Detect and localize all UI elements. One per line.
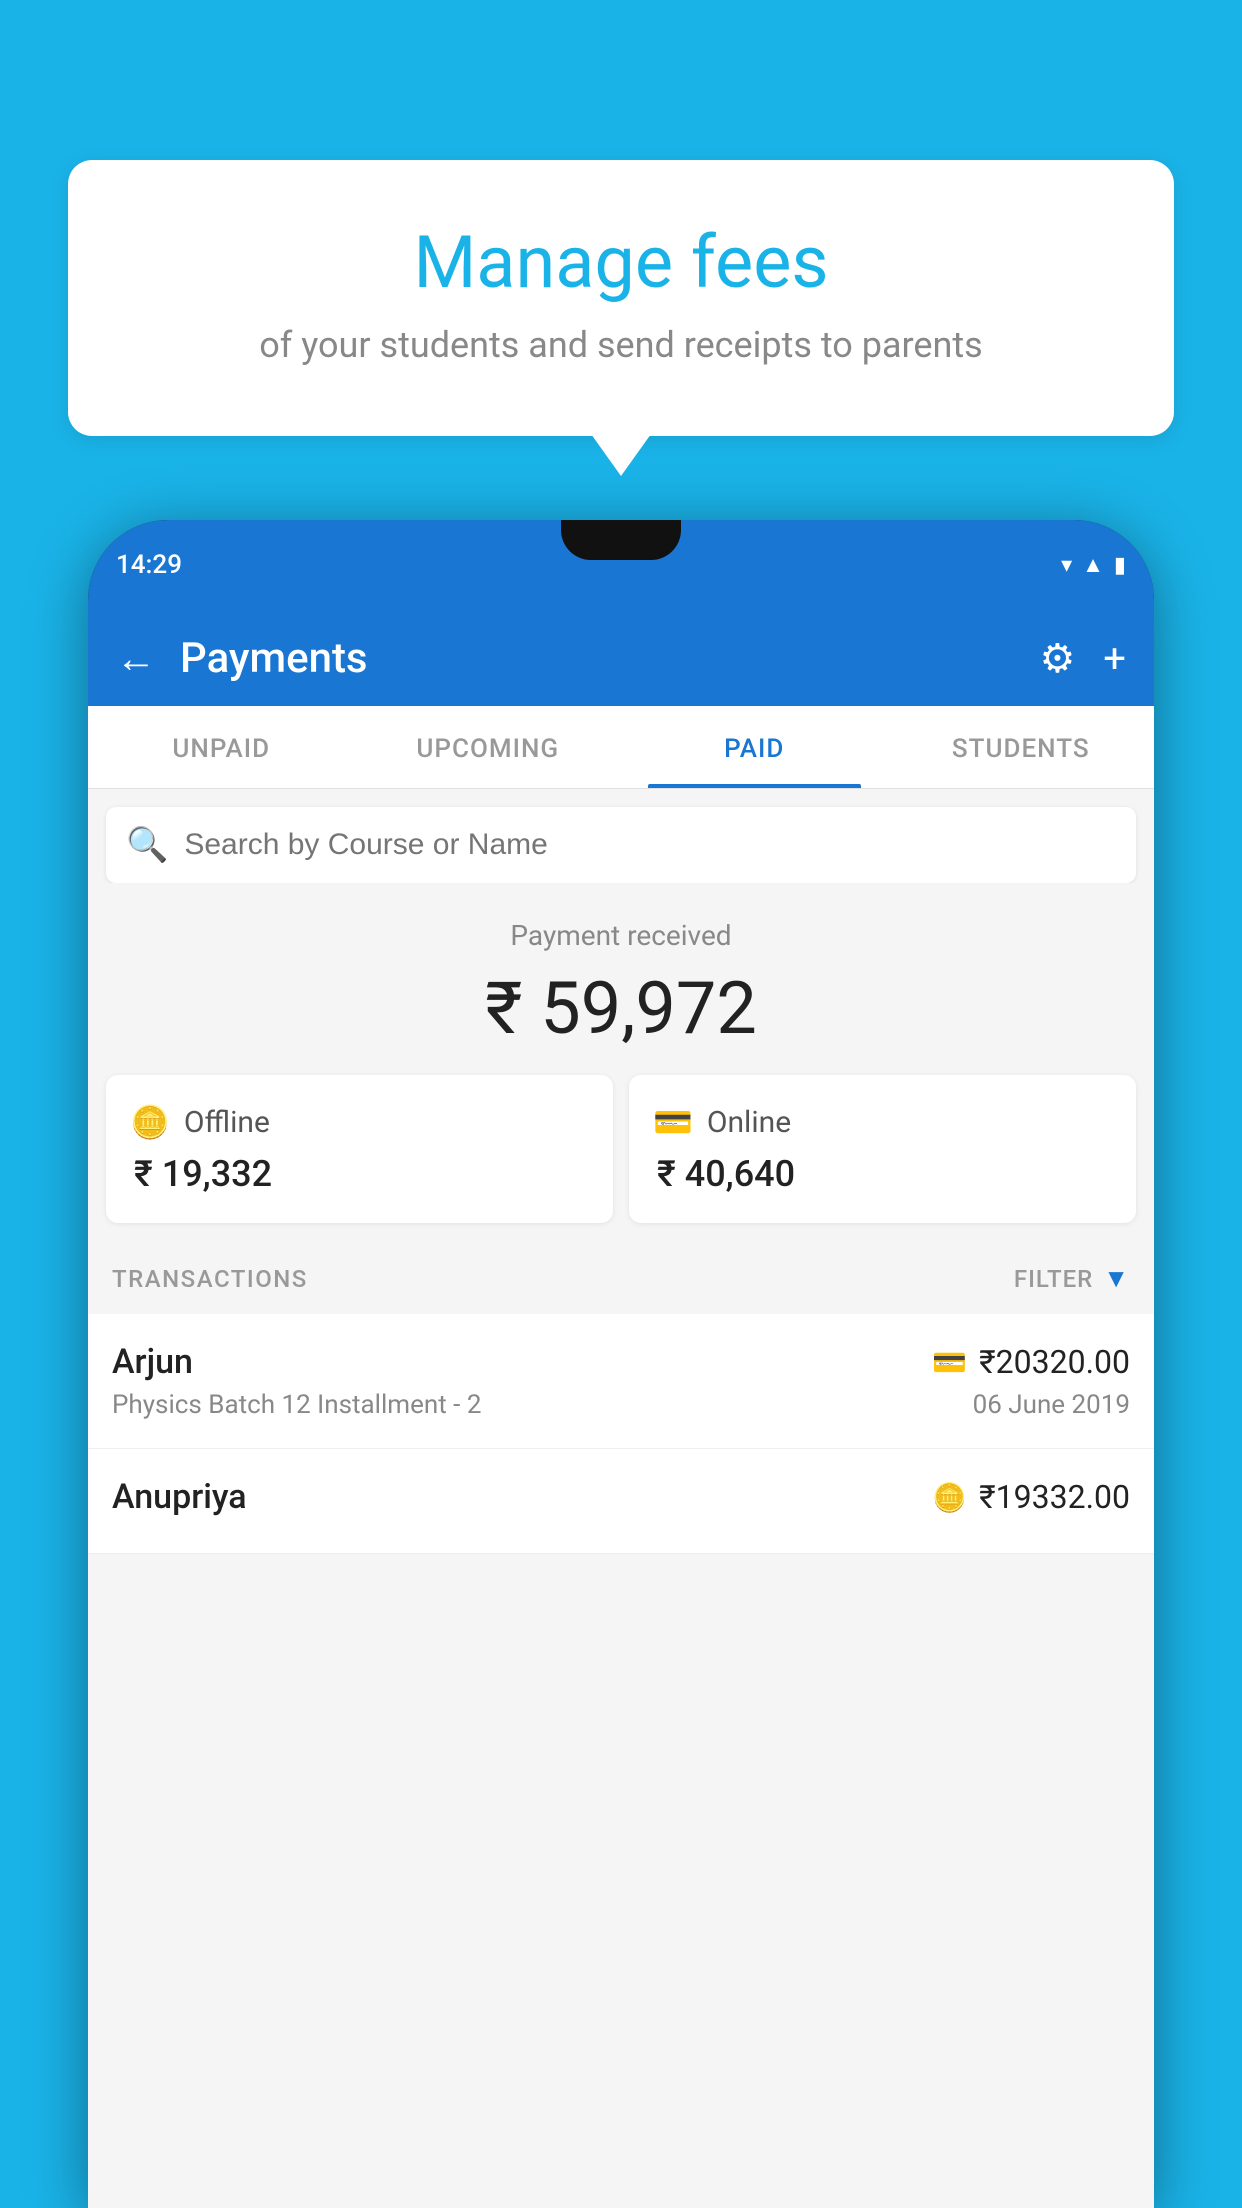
phone-notch bbox=[561, 520, 681, 560]
online-card-row: 💳 Online bbox=[653, 1103, 1112, 1141]
payment-summary: Payment received ₹ 59,972 bbox=[88, 883, 1154, 1075]
add-icon[interactable]: + bbox=[1103, 635, 1126, 682]
transactions-header: TRANSACTIONS FILTER ▼ bbox=[88, 1243, 1154, 1314]
transaction-name-2: Anupriya bbox=[112, 1477, 247, 1517]
transaction-bottom-row: Physics Batch 12 Installment - 2 06 June… bbox=[112, 1390, 1130, 1420]
transaction-top-row: Arjun 💳 ₹20320.00 bbox=[112, 1342, 1130, 1382]
offline-label: Offline bbox=[184, 1105, 270, 1140]
tab-paid[interactable]: PAID bbox=[621, 706, 888, 788]
filter-label: FILTER bbox=[1014, 1265, 1093, 1293]
tabs: UNPAID UPCOMING PAID STUDENTS bbox=[88, 706, 1154, 789]
transactions-label: TRANSACTIONS bbox=[112, 1265, 308, 1293]
bubble-subtitle: of your students and send receipts to pa… bbox=[118, 324, 1124, 366]
app-header: ← Payments ⚙ + bbox=[88, 610, 1154, 706]
txn-offline-icon: 🪙 bbox=[932, 1481, 967, 1514]
payment-cards: 🪙 Offline ₹ 19,332 💳 Online ₹ 40,640 bbox=[88, 1075, 1154, 1243]
offline-amount: ₹ 19,332 bbox=[130, 1153, 589, 1195]
online-icon: 💳 bbox=[653, 1103, 693, 1141]
wifi-icon: ▾ bbox=[1061, 553, 1072, 578]
tab-unpaid[interactable]: UNPAID bbox=[88, 706, 355, 788]
transaction-course: Physics Batch 12 Installment - 2 bbox=[112, 1390, 481, 1420]
payment-total-amount: ₹ 59,972 bbox=[108, 966, 1134, 1051]
status-icons: ▾ ▲ ▮ bbox=[1061, 552, 1126, 578]
offline-payment-card: 🪙 Offline ₹ 19,332 bbox=[106, 1075, 613, 1223]
txn-card-icon: 💳 bbox=[932, 1346, 967, 1379]
online-payment-card: 💳 Online ₹ 40,640 bbox=[629, 1075, 1136, 1223]
back-button[interactable]: ← bbox=[116, 635, 156, 682]
filter-icon: ▼ bbox=[1103, 1263, 1130, 1294]
settings-icon[interactable]: ⚙ bbox=[1039, 635, 1075, 682]
tab-upcoming[interactable]: UPCOMING bbox=[355, 706, 622, 788]
phone-screen: UNPAID UPCOMING PAID STUDENTS 🔍 Payment … bbox=[88, 706, 1154, 2208]
signal-icon: ▲ bbox=[1082, 552, 1104, 578]
offline-card-row: 🪙 Offline bbox=[130, 1103, 589, 1141]
header-actions: ⚙ + bbox=[1039, 635, 1126, 682]
search-input[interactable] bbox=[184, 828, 1116, 862]
transaction-amount-row-2: 🪙 ₹19332.00 bbox=[932, 1478, 1130, 1516]
search-container: 🔍 bbox=[106, 807, 1136, 883]
payment-received-label: Payment received bbox=[108, 919, 1134, 952]
tab-students[interactable]: STUDENTS bbox=[888, 706, 1155, 788]
page-title: Payments bbox=[180, 634, 1015, 683]
table-row[interactable]: Anupriya 🪙 ₹19332.00 bbox=[88, 1449, 1154, 1554]
status-bar: 14:29 ▾ ▲ ▮ bbox=[88, 520, 1154, 610]
filter-button[interactable]: FILTER ▼ bbox=[1014, 1263, 1130, 1294]
search-icon: 🔍 bbox=[126, 825, 168, 865]
transaction-date: 06 June 2019 bbox=[973, 1390, 1130, 1420]
transaction-amount-2: ₹19332.00 bbox=[979, 1478, 1130, 1516]
transaction-name: Arjun bbox=[112, 1342, 193, 1382]
status-time: 14:29 bbox=[116, 550, 182, 580]
table-row[interactable]: Arjun 💳 ₹20320.00 Physics Batch 12 Insta… bbox=[88, 1314, 1154, 1449]
online-label: Online bbox=[707, 1105, 791, 1140]
transaction-amount: ₹20320.00 bbox=[979, 1343, 1130, 1381]
transaction-top-row-2: Anupriya 🪙 ₹19332.00 bbox=[112, 1477, 1130, 1517]
speech-bubble: Manage fees of your students and send re… bbox=[68, 160, 1174, 436]
transaction-amount-row: 💳 ₹20320.00 bbox=[932, 1343, 1130, 1381]
offline-icon: 🪙 bbox=[130, 1103, 170, 1141]
bubble-title: Manage fees bbox=[118, 220, 1124, 306]
online-amount: ₹ 40,640 bbox=[653, 1153, 1112, 1195]
battery-icon: ▮ bbox=[1114, 553, 1126, 578]
phone-frame: 14:29 ▾ ▲ ▮ ← Payments ⚙ + UNPAID UPCOMI… bbox=[88, 520, 1154, 2208]
